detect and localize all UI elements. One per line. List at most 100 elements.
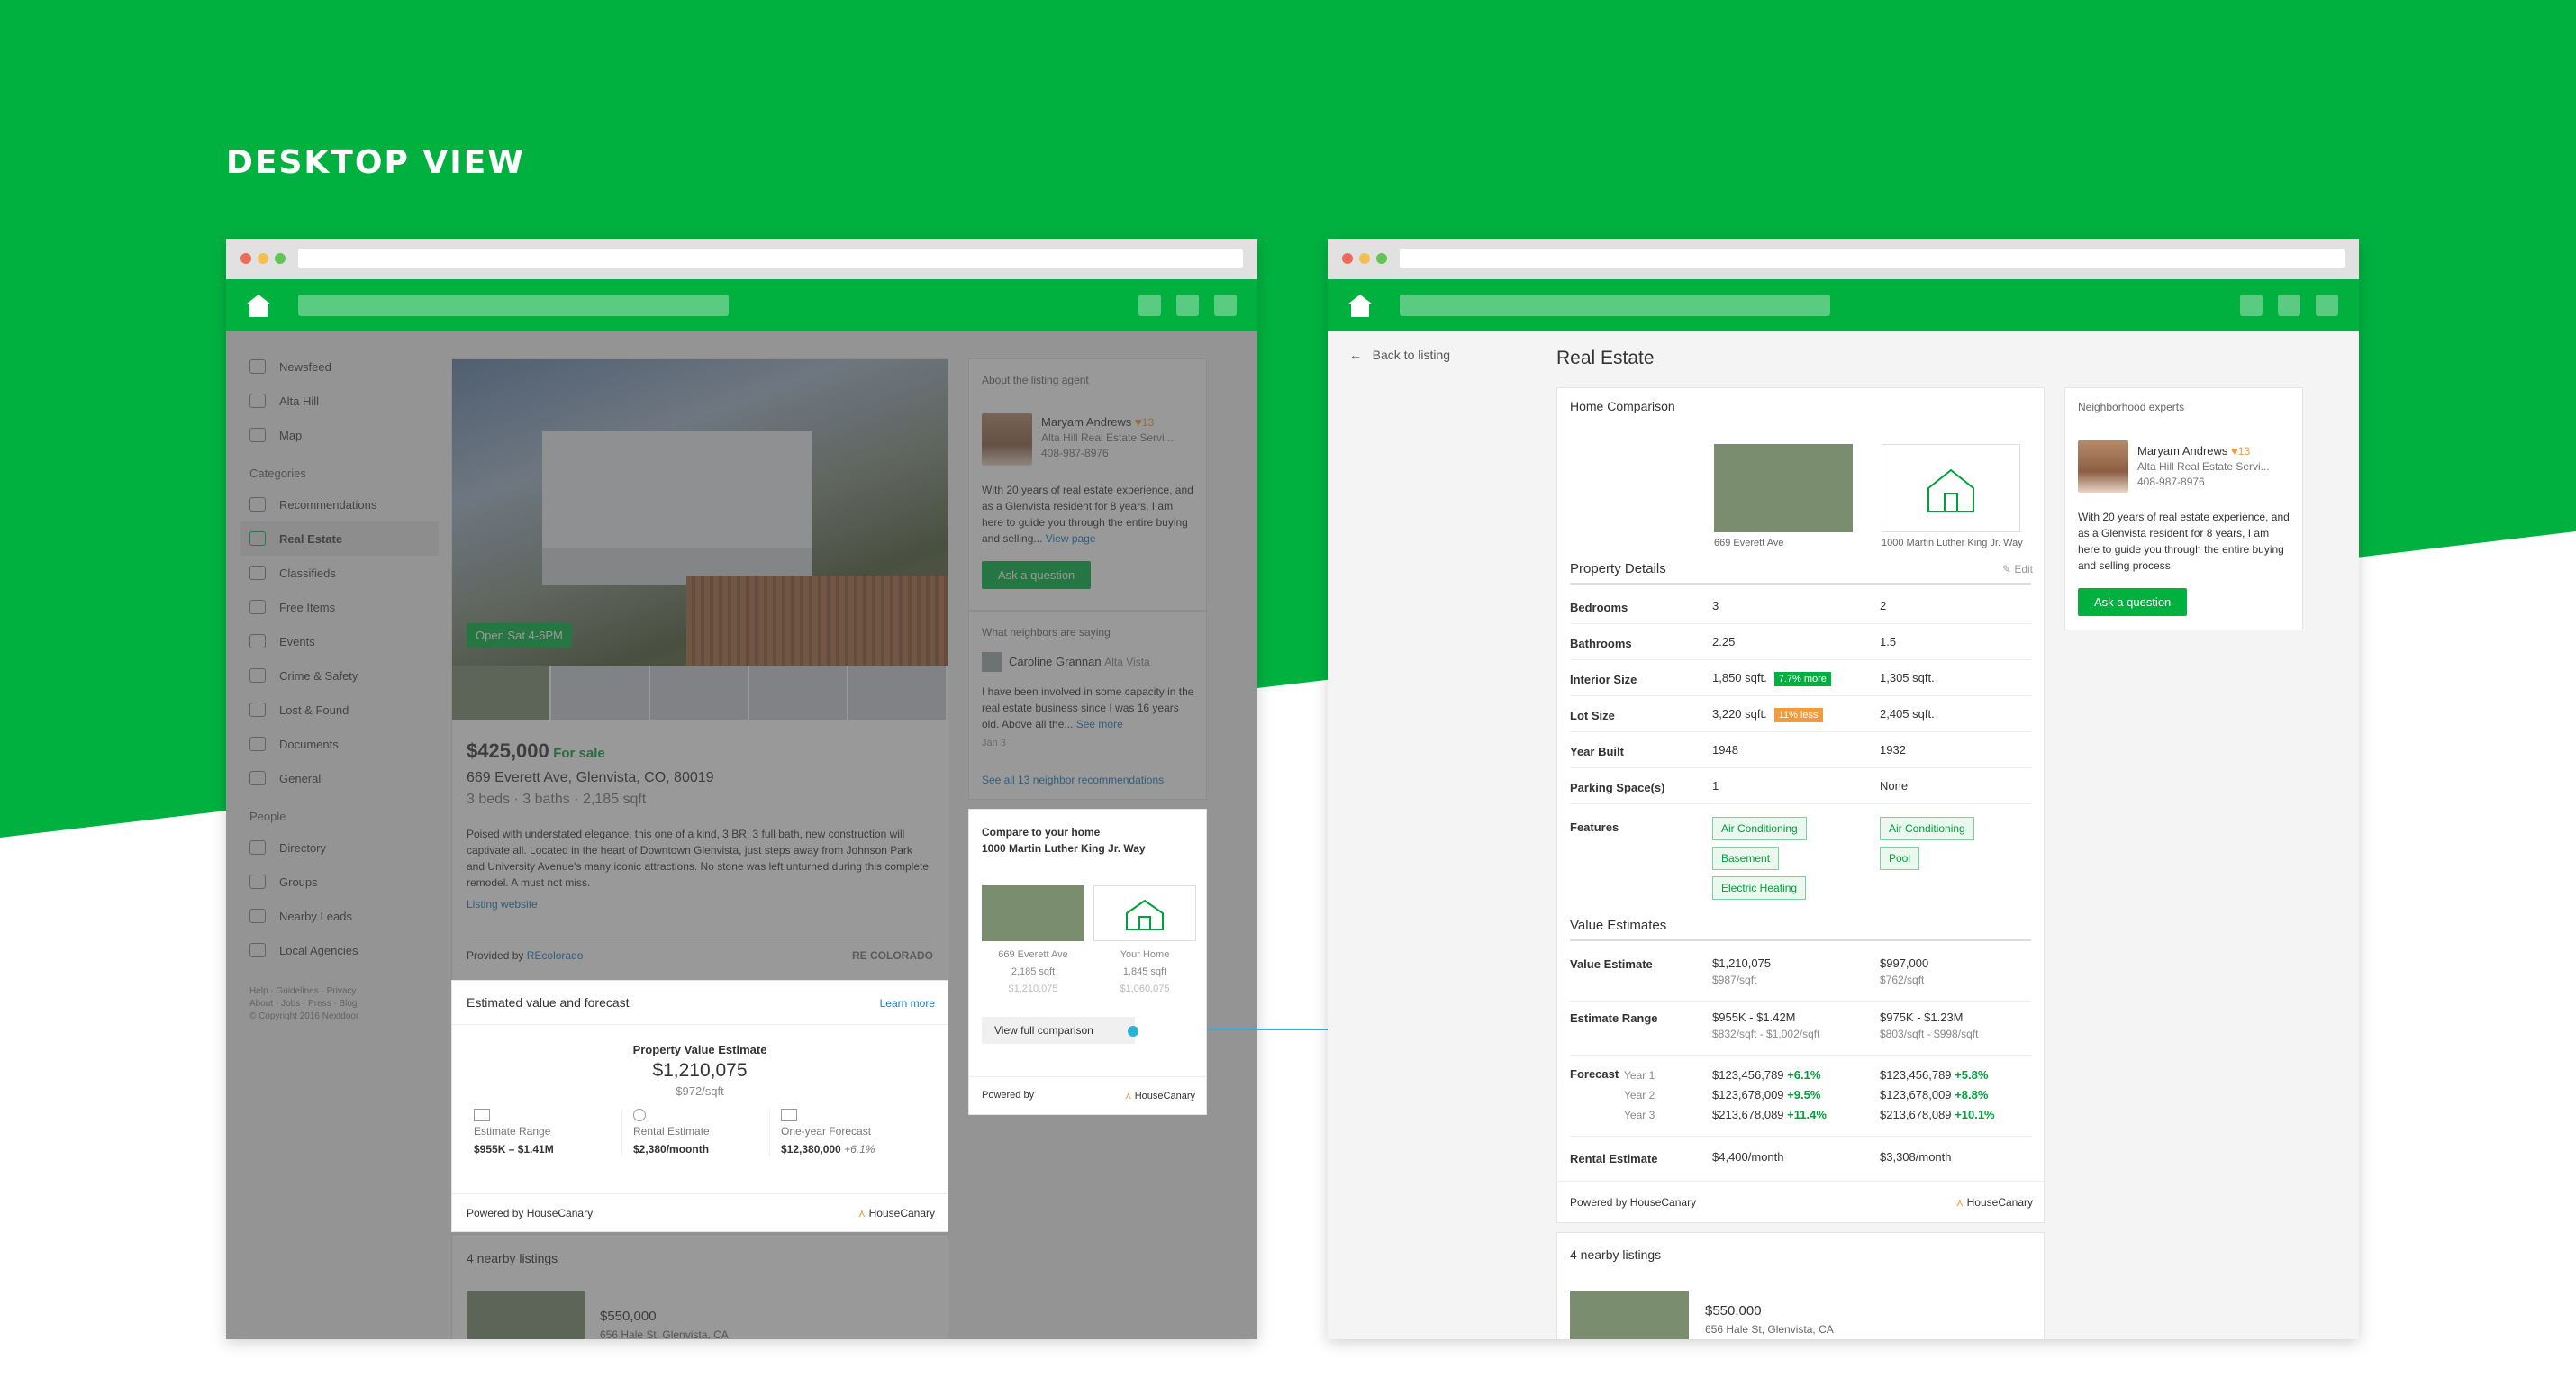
compare-b-price: $1,060,075 <box>1120 984 1170 994</box>
listing-photo[interactable]: Open Sat 4-6PM <box>452 359 948 666</box>
fence-image <box>686 576 948 666</box>
sidebar-item-alta-hill[interactable]: Alta Hill <box>240 384 439 418</box>
features-a-list: Air Conditioning Basement Electric Heati… <box>1712 817 1874 906</box>
sidebar-item-local-agencies[interactable]: Local Agencies <box>240 933 439 967</box>
home-icon[interactable] <box>244 292 273 319</box>
neighbors-heading: What neighbors are saying <box>982 626 1111 639</box>
edit-button[interactable]: ✎ Edit <box>2002 563 2033 576</box>
house-icon <box>249 531 266 546</box>
detail-a-text: 1,850 sqft. <box>1712 671 1767 684</box>
search-bar[interactable] <box>1400 295 1830 316</box>
see-all-recommendations-link[interactable]: See all 13 neighbor recommendations <box>982 774 1164 786</box>
expert-avatar[interactable] <box>2078 440 2128 493</box>
range-label: Estimate Range <box>474 1125 551 1138</box>
agent-name[interactable]: Maryam Andrews <box>1041 415 1131 429</box>
detail-a-text: 3 <box>1712 599 1719 612</box>
detail-a-text: 1948 <box>1712 743 1738 757</box>
sidebar-item-newsfeed[interactable]: Newsfeed <box>240 349 439 384</box>
maximize-dot[interactable] <box>1376 253 1387 264</box>
sidebar-item-recommendations[interactable]: Recommendations <box>240 487 439 521</box>
appbar-icon-3[interactable] <box>1214 295 1237 316</box>
listing-website-link[interactable]: Listing website <box>467 898 933 911</box>
forecast-a-pct: +6.1% <box>1787 1068 1821 1082</box>
maximize-dot[interactable] <box>275 253 286 264</box>
see-more-link[interactable]: See more <box>1076 718 1123 730</box>
lost-found-icon <box>249 703 266 717</box>
neighbor-avatar[interactable] <box>982 652 1002 672</box>
view-page-link[interactable]: View page <box>1046 532 1096 545</box>
map-icon <box>249 428 266 442</box>
detail-a-text: 1 <box>1712 779 1719 793</box>
housecanary-logo: HouseCanary <box>868 1207 935 1219</box>
sidebar-item-documents[interactable]: Documents <box>240 727 439 761</box>
appbar-icon-1[interactable] <box>2240 295 2263 316</box>
sidebar-item-free-items[interactable]: Free Items <box>240 590 439 624</box>
appbar-icon-2[interactable] <box>2278 295 2300 316</box>
gift-icon <box>249 600 266 614</box>
pencil-icon: ✎ <box>2001 563 2011 576</box>
ask-question-button[interactable]: Ask a question <box>982 561 1092 589</box>
detail-label: Bathrooms <box>1570 637 1632 650</box>
agent-avatar[interactable] <box>982 413 1032 466</box>
address-bar[interactable] <box>298 249 1243 268</box>
powered-by: Powered by HouseCanary <box>1570 1196 1697 1209</box>
nearby-address: 656 Hale St, Glenvista, CA <box>1705 1323 1834 1336</box>
range-a-sub: $832/sqft - $1,002/sqft <box>1712 1028 1820 1040</box>
view-full-comparison-button[interactable]: View full comparison <box>982 1017 1135 1044</box>
rental-b: $3,308/month <box>1880 1150 1952 1164</box>
expert-name[interactable]: Maryam Andrews <box>2137 444 2227 458</box>
sidebar-item-events[interactable]: Events <box>240 624 439 658</box>
provider-link[interactable]: REcolorado <box>527 949 584 962</box>
compare-a-name: 669 Everett Ave <box>998 949 1068 960</box>
sidebar-item-map[interactable]: Map <box>240 418 439 452</box>
home-icon[interactable] <box>1346 292 1374 319</box>
housecanary-logo: HouseCanary <box>1966 1196 2033 1209</box>
photo-thumbnails[interactable] <box>452 666 948 720</box>
estimate-per-sqft: $972/sqft <box>676 1084 724 1098</box>
appbar-icon-2[interactable] <box>1176 295 1199 316</box>
range-b-sub: $803/sqft - $998/sqft <box>1880 1028 1979 1040</box>
appbar-icon-1[interactable] <box>1138 295 1161 316</box>
forecast-a-pct: +11.4% <box>1787 1108 1827 1121</box>
detail-value-b: 2 <box>1880 599 1887 612</box>
estimate-range-label: Estimate Range <box>1570 1011 1658 1025</box>
nearby-price: $550,000 <box>600 1309 657 1324</box>
nearby-thumbnail[interactable] <box>467 1291 585 1339</box>
search-bar[interactable] <box>298 295 729 316</box>
sidebar-item-crime-safety[interactable]: Crime & Safety <box>240 658 439 693</box>
forecast-pct: +6.1% <box>844 1143 875 1156</box>
neighborhood-experts-card: Neighborhood experts Maryam Andrews ♥13 … <box>2064 387 2303 630</box>
nearby-listings-card: 4 nearby listings $550,000 656 Hale St, … <box>1556 1232 2045 1339</box>
appbar-icon-3[interactable] <box>2316 295 2338 316</box>
close-dot[interactable] <box>1342 253 1353 264</box>
neighbor-name[interactable]: Caroline Grannan <box>1009 655 1102 668</box>
close-dot[interactable] <box>240 253 251 264</box>
address-bar[interactable] <box>1400 249 2345 268</box>
expert-bio: With 20 years of real estate experience,… <box>2078 511 2290 572</box>
nearby-price: $550,000 <box>1705 1303 1762 1319</box>
housecanary-icon: ⋏ <box>1124 1091 1132 1101</box>
sidebar-item-directory[interactable]: Directory <box>240 830 439 865</box>
ask-question-button[interactable]: Ask a question <box>2078 588 2188 616</box>
nearby-thumbnail[interactable] <box>1570 1291 1689 1339</box>
calendar-icon <box>249 634 266 648</box>
sidebar-item-classifieds[interactable]: Classifieds <box>240 556 439 590</box>
back-to-listing-link[interactable]: ← Back to listing <box>1349 348 1450 362</box>
sidebar-item-real-estate[interactable]: Real Estate <box>240 521 439 556</box>
forecast-a-value: $123,456,789 <box>1712 1068 1784 1082</box>
sidebar-item-lost-found[interactable]: Lost & Found <box>240 693 439 727</box>
feature-tag: Pool <box>1880 847 1920 870</box>
sidebar-item-general[interactable]: General <box>240 761 439 795</box>
housecanary-icon: ⋏ <box>1955 1196 1964 1209</box>
minimize-dot[interactable] <box>1359 253 1370 264</box>
minimize-dot[interactable] <box>258 253 268 264</box>
recolorado-logo: RE COLORADO <box>852 949 933 962</box>
forecast-value: $12,380,000 <box>781 1143 841 1156</box>
sidebar-item-nearby-leads[interactable]: Nearby Leads <box>240 899 439 933</box>
nearby-address: 656 Hale St, Glenvista, CA <box>600 1328 729 1339</box>
range-a: $955K - $1.42M <box>1712 1011 1796 1024</box>
feature-tag: Air Conditioning <box>1880 817 1974 840</box>
home-a-photo[interactable] <box>1714 444 1853 532</box>
learn-more-link[interactable]: Learn more <box>880 997 935 1010</box>
sidebar-item-groups[interactable]: Groups <box>240 865 439 899</box>
